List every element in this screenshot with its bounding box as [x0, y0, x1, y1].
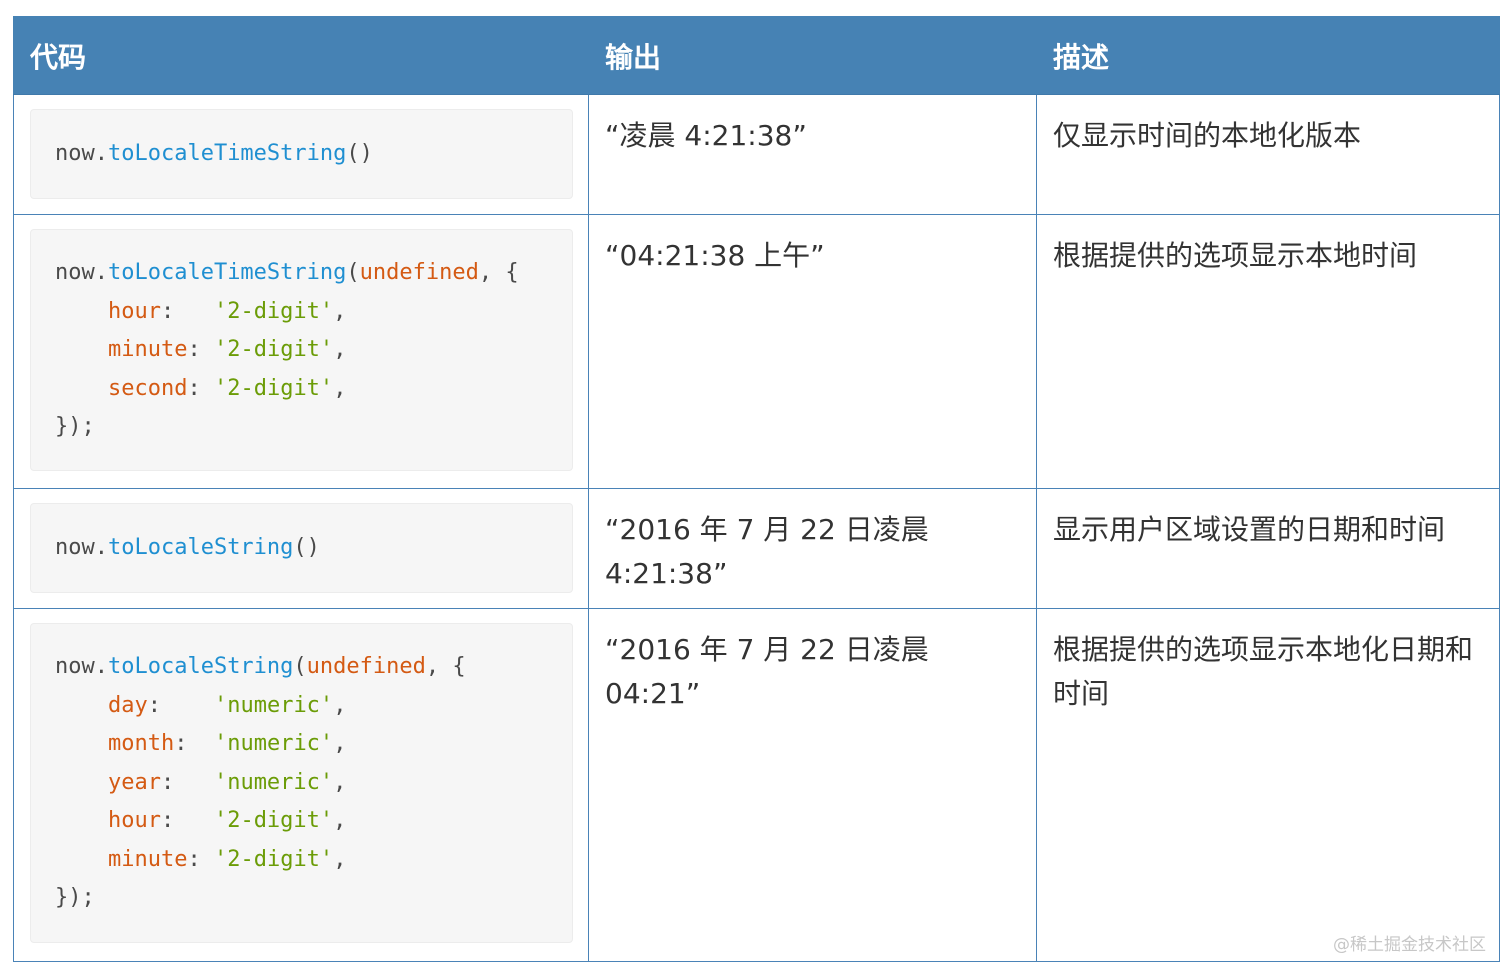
code-punctuation — [55, 299, 108, 324]
code-property: month — [107, 731, 175, 756]
code-punctuation: , — [333, 846, 347, 872]
table-row: now.toLocaleTimeString(undefined, { hour… — [13, 214, 1500, 489]
code-punctuation: : — [160, 298, 214, 324]
header-description: 描述 — [1036, 16, 1500, 95]
code-block: now.toLocaleString(undefined, { day: 'nu… — [30, 623, 573, 943]
code-property: minute — [107, 846, 188, 872]
code-punctuation — [55, 376, 108, 401]
code-punctuation: , — [333, 692, 347, 718]
code-function: toLocaleTimeString — [107, 260, 347, 285]
code-punctuation — [55, 693, 108, 718]
code-line: day: 'numeric', — [55, 693, 346, 718]
code-string: '2-digit' — [213, 808, 334, 833]
code-line: now.toLocaleString() — [55, 535, 320, 560]
code-punctuation: : — [174, 731, 214, 756]
locale-methods-table: 代码 输出 描述 now.toLocaleTimeString() “凌晨 4:… — [13, 16, 1500, 962]
code-punctuation: , { — [478, 260, 519, 285]
code-string: 'numeric' — [213, 692, 334, 718]
header-code: 代码 — [13, 16, 589, 95]
code-function: toLocaleTimeString — [107, 141, 347, 166]
table-header-row: 代码 输出 描述 — [13, 16, 1500, 95]
code-punctuation: , — [333, 298, 347, 324]
code-punctuation — [55, 808, 108, 833]
code-cell: now.toLocaleString() — [13, 488, 589, 609]
code-punctuation: () — [293, 535, 320, 560]
code-punctuation — [55, 847, 108, 872]
code-punctuation: ( — [346, 260, 360, 285]
output-cell: “04:21:38 上午” — [588, 214, 1037, 489]
code-punctuation: }); — [55, 885, 95, 910]
code-line: now.toLocaleTimeString() — [55, 141, 373, 166]
code-punctuation: ( — [293, 654, 307, 679]
code-punctuation: , — [333, 808, 347, 833]
code-cell: now.toLocaleString(undefined, { day: 'nu… — [13, 608, 589, 962]
output-cell: “凌晨 4:21:38” — [588, 94, 1037, 215]
code-block: now.toLocaleString() — [30, 503, 573, 593]
code-line: }); — [55, 885, 95, 910]
code-punctuation: , — [333, 769, 347, 795]
code-block: now.toLocaleTimeString(undefined, { hour… — [30, 229, 573, 471]
code-string: '2-digit' — [213, 337, 334, 362]
description-cell: 根据提供的选项显示本地化日期和时间 — [1036, 608, 1500, 962]
code-line: }); — [55, 414, 95, 439]
code-line: minute: '2-digit', — [55, 337, 346, 362]
code-property: day — [107, 692, 148, 718]
code-line: now.toLocaleString(undefined, { — [55, 654, 466, 679]
description-cell: 根据提供的选项显示本地时间 — [1036, 214, 1500, 489]
code-string: '2-digit' — [213, 375, 334, 401]
code-punctuation: , — [333, 731, 347, 756]
code-punctuation — [55, 337, 108, 362]
code-punctuation: , — [333, 337, 347, 362]
watermark: @稀土掘金技术社区 — [1333, 935, 1486, 955]
code-punctuation: now. — [55, 260, 108, 285]
description-cell: 仅显示时间的本地化版本 — [1036, 94, 1500, 215]
description-cell: 显示用户区域设置的日期和时间 — [1036, 488, 1500, 609]
table-row: now.toLocaleString(undefined, { day: 'nu… — [13, 608, 1500, 962]
code-property: second — [107, 375, 188, 401]
code-string: '2-digit' — [213, 298, 334, 324]
code-punctuation — [55, 731, 108, 756]
code-punctuation: : — [187, 375, 214, 401]
code-punctuation: now. — [55, 654, 108, 679]
code-property: year — [107, 769, 161, 795]
code-function: toLocaleString — [107, 535, 294, 560]
code-punctuation: , { — [425, 654, 466, 679]
code-property: hour — [107, 298, 161, 324]
code-cell: now.toLocaleTimeString(undefined, { hour… — [13, 214, 589, 489]
code-line: hour: '2-digit', — [55, 299, 346, 324]
code-line: month: 'numeric', — [55, 731, 346, 756]
code-keyword: undefined — [306, 654, 426, 679]
code-punctuation: () — [346, 141, 373, 166]
code-punctuation — [55, 770, 108, 795]
code-punctuation: : — [147, 692, 214, 718]
output-cell: “2016 年 7 月 22 日凌晨 4:21:38” — [588, 488, 1037, 609]
code-line: hour: '2-digit', — [55, 808, 346, 833]
code-string: 'numeric' — [213, 769, 334, 795]
code-punctuation: : — [187, 846, 214, 872]
table-row: now.toLocaleString() “2016 年 7 月 22 日凌晨 … — [13, 488, 1500, 609]
code-property: minute — [107, 337, 188, 362]
code-string: '2-digit' — [213, 846, 334, 872]
code-punctuation: : — [187, 337, 214, 362]
output-cell: “2016 年 7 月 22 日凌晨 04:21” — [588, 608, 1037, 962]
code-block: now.toLocaleTimeString() — [30, 109, 573, 199]
code-property: hour — [107, 808, 161, 833]
code-punctuation: : — [160, 808, 214, 833]
code-string: 'numeric' — [213, 731, 334, 756]
comparison-table-wrapper: 代码 输出 描述 now.toLocaleTimeString() “凌晨 4:… — [13, 16, 1500, 962]
code-function: toLocaleString — [107, 654, 294, 679]
code-cell: now.toLocaleTimeString() — [13, 94, 589, 215]
code-punctuation: now. — [55, 535, 108, 560]
code-line: now.toLocaleTimeString(undefined, { — [55, 260, 519, 285]
code-line: minute: '2-digit', — [55, 847, 346, 872]
header-output: 输出 — [588, 16, 1037, 95]
code-punctuation: now. — [55, 141, 108, 166]
code-punctuation: : — [160, 769, 214, 795]
code-keyword: undefined — [359, 260, 479, 285]
code-line: year: 'numeric', — [55, 770, 346, 795]
code-punctuation: }); — [55, 414, 95, 439]
code-line: second: '2-digit', — [55, 376, 346, 401]
table-row: now.toLocaleTimeString() “凌晨 4:21:38” 仅显… — [13, 94, 1500, 215]
code-punctuation: , — [333, 375, 347, 401]
